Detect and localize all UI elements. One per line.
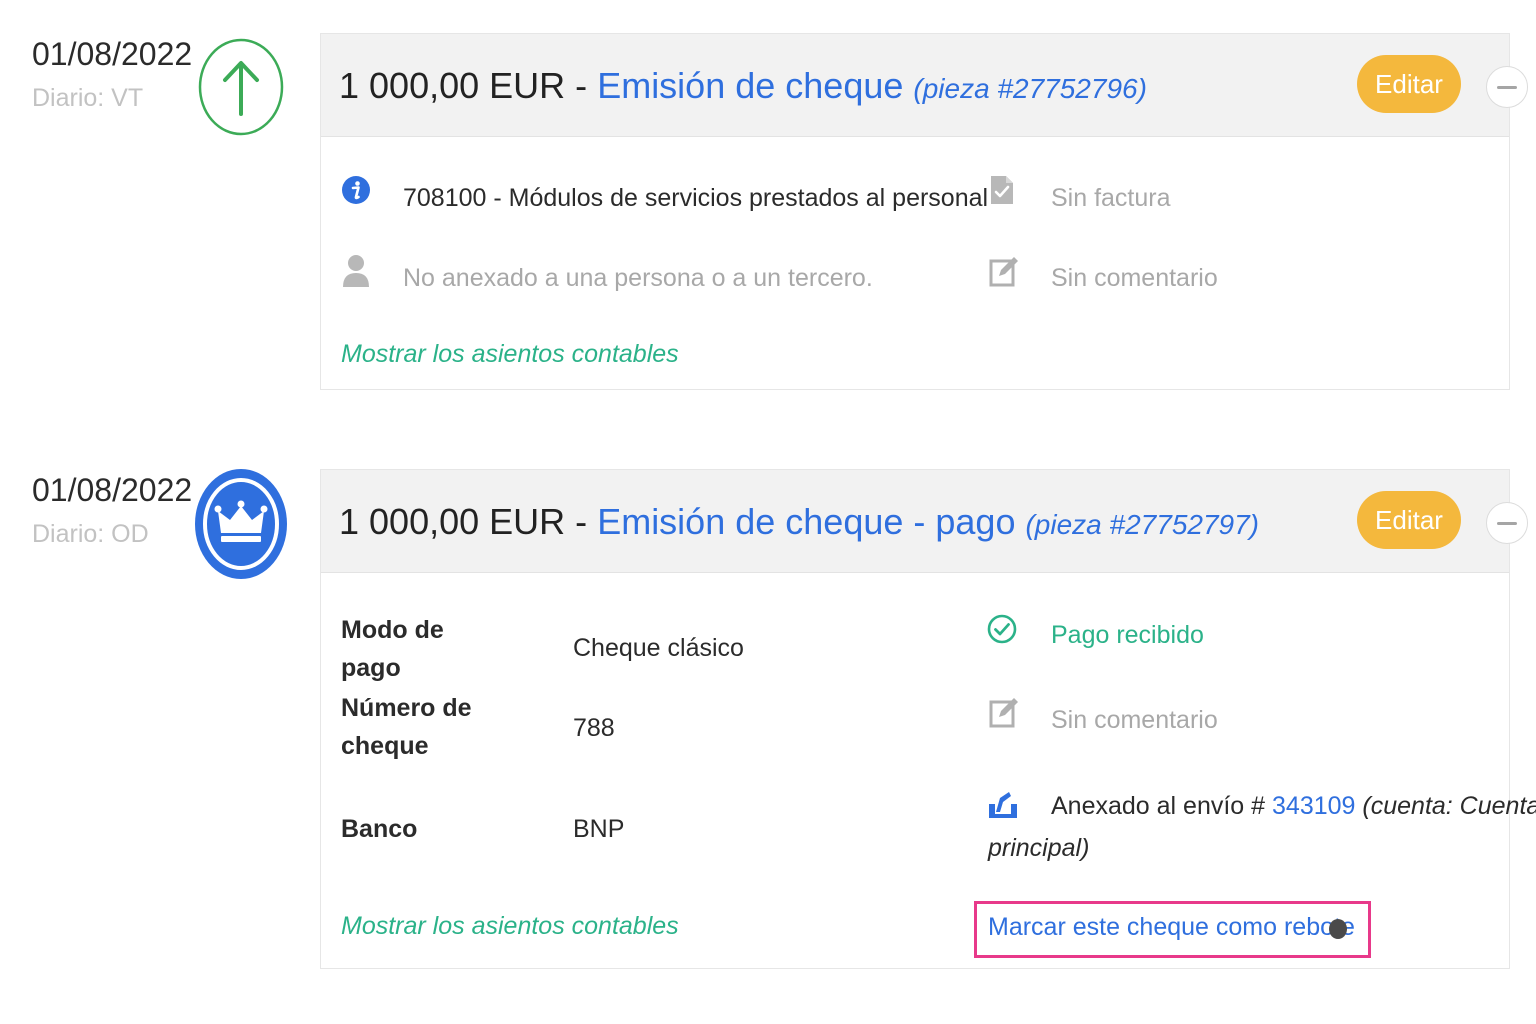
dot-icon [1329,919,1347,939]
comment-status: Sin comentario [1051,706,1218,734]
payment-status: Pago recibido [1051,621,1204,649]
show-entries-link[interactable]: Mostrar los asientos contables [341,912,679,941]
check-circle-icon [987,614,1017,644]
bank-label: Banco [341,815,418,843]
payment-mode-label: Modo de pago [341,616,444,682]
entry-date: 01/08/2022 [32,472,193,508]
check-number-value: 788 [573,714,615,742]
piece-link[interactable]: (pieza #27752797) [1025,509,1259,540]
shipment-icon [989,792,1017,818]
shipment-number-link[interactable]: 343109 [1272,792,1355,820]
shipment-line: Anexado al envío # 343109 (cuenta: Cuent… [1051,792,1536,821]
mark-bounce-link[interactable]: Marcar este cheque como rebote [988,913,1355,942]
collapse-button[interactable] [1486,502,1528,544]
title-separator: - [575,501,588,542]
card-title: 1 000,00 EUR - Emisión de cheque - pago … [339,501,1259,543]
edit-button[interactable]: Editar [1357,491,1461,549]
comment-edit-icon [989,698,1018,728]
entry-2: 01/08/2022 Diario: OD 1 000,00 EUR - Emi… [0,0,1536,1024]
card-header: 1 000,00 EUR - Emisión de cheque - pago … [321,470,1528,573]
payment-mode-value: Cheque clásico [573,634,744,662]
shipment-account: (cuenta: Cuenta [1362,792,1536,820]
operation-link[interactable]: Emisión de cheque - pago [597,501,1015,542]
minus-icon [1497,521,1517,525]
shipment-prefix: Anexado al envío # [1051,792,1266,820]
transaction-card: 1 000,00 EUR - Emisión de cheque - pago … [320,469,1536,969]
crown-icon [195,469,287,579]
shipment-account-cont: principal) [988,834,1090,862]
bank-value: BNP [573,815,625,843]
entry-journal: Diario: OD [32,520,149,548]
check-number-label: Número de cheque [341,694,472,760]
amount: 1 000,00 EUR [339,501,566,542]
